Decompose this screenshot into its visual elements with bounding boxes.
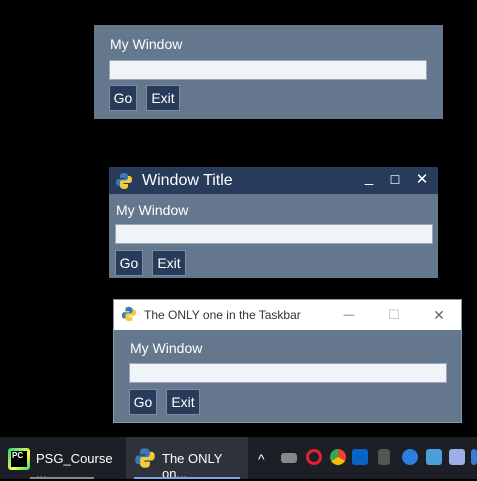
exit-button[interactable]: Exit <box>166 389 200 415</box>
custom-titlebar[interactable]: Window Title _ ☐ ✕ <box>109 167 438 194</box>
python-icon <box>116 173 132 189</box>
window-native-titlebar: The ONLY one in the Taskbar — ☐ ✕ My Win… <box>113 299 462 423</box>
window-label: My Window <box>110 36 183 52</box>
window-label: My Window <box>130 340 203 356</box>
tray-chevron-icon[interactable]: ^ <box>258 451 265 467</box>
keyboard-icon[interactable] <box>281 453 297 463</box>
pycharm-icon: PC <box>8 448 30 470</box>
taskbar: PC PSG_Course ... The ONLY on... ^ <box>0 437 477 481</box>
close-icon[interactable]: ✕ <box>429 305 449 325</box>
maximize-icon[interactable]: ☐ <box>385 170 405 190</box>
go-button[interactable]: Go <box>129 389 157 415</box>
window-title: The ONLY one in the Taskbar <box>144 308 301 322</box>
grid-icon[interactable] <box>449 449 465 465</box>
text-input[interactable] <box>129 363 447 383</box>
text-input[interactable] <box>109 60 427 80</box>
python-icon <box>135 448 155 468</box>
window-title: Window Title <box>142 172 233 189</box>
taskbar-item-pycharm[interactable]: PC PSG_Course ... <box>0 437 124 481</box>
chrome-icon[interactable] <box>330 449 346 465</box>
minimize-icon[interactable]: _ <box>359 168 379 188</box>
window-label: My Window <box>116 202 189 218</box>
app-icon[interactable] <box>426 449 442 465</box>
exit-button[interactable]: Exit <box>152 250 186 276</box>
overflow-icon[interactable] <box>471 449 477 465</box>
audio-icon[interactable] <box>378 449 390 465</box>
taskbar-item-python[interactable]: The ONLY on... <box>126 437 248 481</box>
go-button[interactable]: Go <box>115 250 143 276</box>
minimize-icon[interactable]: — <box>339 305 359 325</box>
exit-button[interactable]: Exit <box>146 85 180 111</box>
go-button[interactable]: Go <box>109 85 137 111</box>
window-no-titlebar: My Window Go Exit <box>94 25 443 119</box>
text-input[interactable] <box>115 224 433 244</box>
window-custom-titlebar: Window Title _ ☐ ✕ My Window Go Exit <box>109 167 438 278</box>
close-icon[interactable]: ✕ <box>412 170 432 190</box>
outlook-icon[interactable] <box>352 449 368 465</box>
python-icon <box>121 306 137 322</box>
maximize-icon[interactable]: ☐ <box>384 305 404 325</box>
native-titlebar[interactable]: The ONLY one in the Taskbar — ☐ ✕ <box>114 300 461 330</box>
g-icon[interactable] <box>402 449 418 465</box>
opera-icon[interactable] <box>306 449 322 465</box>
